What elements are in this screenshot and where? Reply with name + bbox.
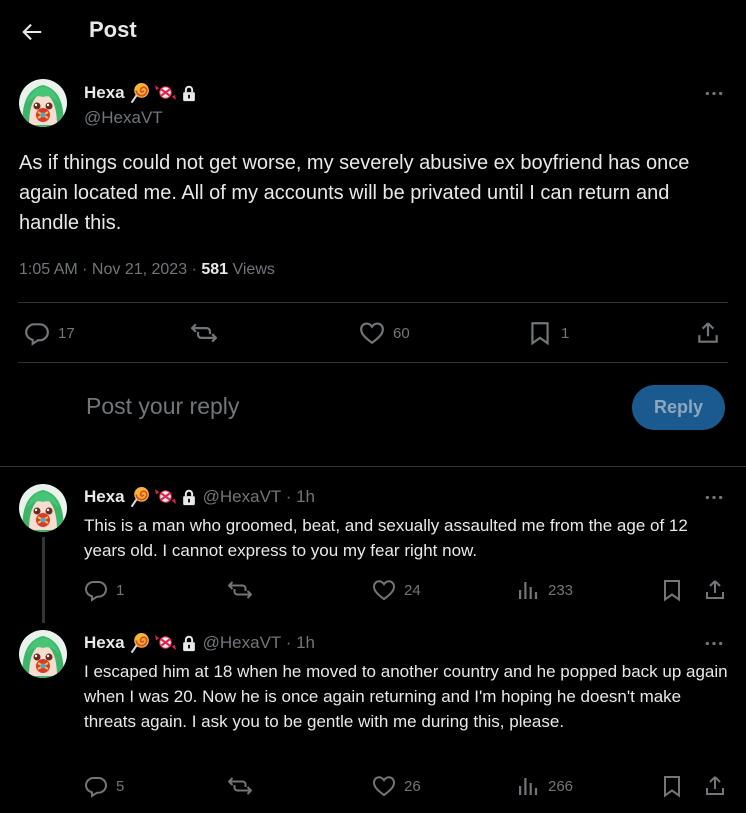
repost-icon <box>191 320 217 346</box>
more-button[interactable] <box>699 487 729 507</box>
reply-icon <box>84 774 108 798</box>
page-title: Post <box>89 17 137 42</box>
share-action[interactable] <box>695 320 721 346</box>
reply-count: 5 <box>116 777 125 795</box>
divider <box>18 302 728 303</box>
candy-icon <box>155 632 176 653</box>
bookmark-action[interactable]: 1 <box>527 320 569 346</box>
lock-icon <box>180 488 198 506</box>
bookmark-action[interactable] <box>660 774 684 798</box>
author-handle[interactable]: @HexaVT <box>84 108 163 128</box>
share-icon <box>695 320 721 346</box>
lollipop-icon <box>130 486 151 507</box>
views-action[interactable]: 266 <box>516 774 573 798</box>
candy-icon <box>155 82 176 103</box>
reply-author-row: Hexa @HexaVT · 1h <box>84 486 315 507</box>
more-button[interactable] <box>699 83 729 103</box>
author-handle[interactable]: @HexaVT · 1h <box>203 487 315 507</box>
like-icon <box>372 578 396 602</box>
more-icon <box>704 640 724 647</box>
repost-icon <box>228 774 252 798</box>
divider <box>0 466 746 467</box>
thread-line <box>42 537 45 623</box>
like-icon <box>359 320 385 346</box>
author-name[interactable]: Hexa <box>84 633 125 653</box>
post-timestamp[interactable]: 1:05 AM · Nov 21, 2023 · <box>19 261 201 278</box>
share-icon <box>703 578 727 602</box>
like-action[interactable]: 60 <box>359 320 410 346</box>
views-action[interactable]: 233 <box>516 578 573 602</box>
share-action[interactable] <box>703 774 727 798</box>
back-arrow-icon <box>22 23 42 41</box>
more-icon <box>704 90 724 97</box>
avatar[interactable] <box>19 630 67 678</box>
like-count: 60 <box>393 324 410 342</box>
author-row: Hexa <box>84 82 198 103</box>
reply-count: 1 <box>116 581 125 599</box>
like-action[interactable]: 24 <box>372 578 421 602</box>
reply-text: This is a man who groomed, beat, and sex… <box>84 516 688 560</box>
views-count: 266 <box>548 777 574 795</box>
lock-icon <box>180 84 198 102</box>
reply-count: 17 <box>58 324 75 342</box>
reply-icon <box>84 578 108 602</box>
views-label: Views <box>228 261 275 278</box>
reply-action[interactable]: 17 <box>24 320 75 346</box>
repost-icon <box>228 578 252 602</box>
views-count: 233 <box>548 581 574 599</box>
like-count: 24 <box>404 581 421 599</box>
lock-icon <box>180 634 198 652</box>
bookmark-count: 1 <box>561 324 570 342</box>
back-button[interactable] <box>14 16 50 48</box>
views-count: 581 <box>201 261 229 278</box>
more-icon <box>704 494 724 501</box>
bookmark-icon <box>527 320 553 346</box>
lollipop-icon <box>130 82 151 103</box>
views-icon <box>516 774 540 798</box>
avatar[interactable] <box>19 79 67 127</box>
avatar[interactable] <box>19 484 67 532</box>
repost-action[interactable] <box>228 774 252 798</box>
like-action[interactable]: 26 <box>372 774 421 798</box>
lollipop-icon <box>130 632 151 653</box>
reply-action[interactable]: 5 <box>84 774 124 798</box>
reply-action[interactable]: 1 <box>84 578 124 602</box>
share-action[interactable] <box>703 578 727 602</box>
candy-icon <box>155 486 176 507</box>
divider <box>18 362 728 363</box>
like-count: 26 <box>404 777 421 795</box>
reply-author-row: Hexa @HexaVT · 1h <box>84 632 315 653</box>
reply-text: I escaped him at 18 when he moved to ano… <box>84 662 728 731</box>
reply-button[interactable]: Reply <box>632 385 725 430</box>
repost-action[interactable] <box>191 320 217 346</box>
views-icon <box>516 578 540 602</box>
repost-action[interactable] <box>228 578 252 602</box>
more-button[interactable] <box>699 633 729 653</box>
author-name[interactable]: Hexa <box>84 83 125 103</box>
reply-icon <box>24 320 50 346</box>
bookmark-action[interactable] <box>660 578 684 602</box>
like-icon <box>372 774 396 798</box>
author-name[interactable]: Hexa <box>84 487 125 507</box>
bookmark-icon <box>660 578 684 602</box>
author-handle[interactable]: @HexaVT · 1h <box>203 633 315 653</box>
share-icon <box>703 774 727 798</box>
bookmark-icon <box>660 774 684 798</box>
reply-input[interactable]: Post your reply <box>86 393 239 420</box>
post-text: As if things could not get worse, my sev… <box>19 152 690 234</box>
post-meta: 1:05 AM · Nov 21, 2023 · 581 Views <box>19 261 275 279</box>
